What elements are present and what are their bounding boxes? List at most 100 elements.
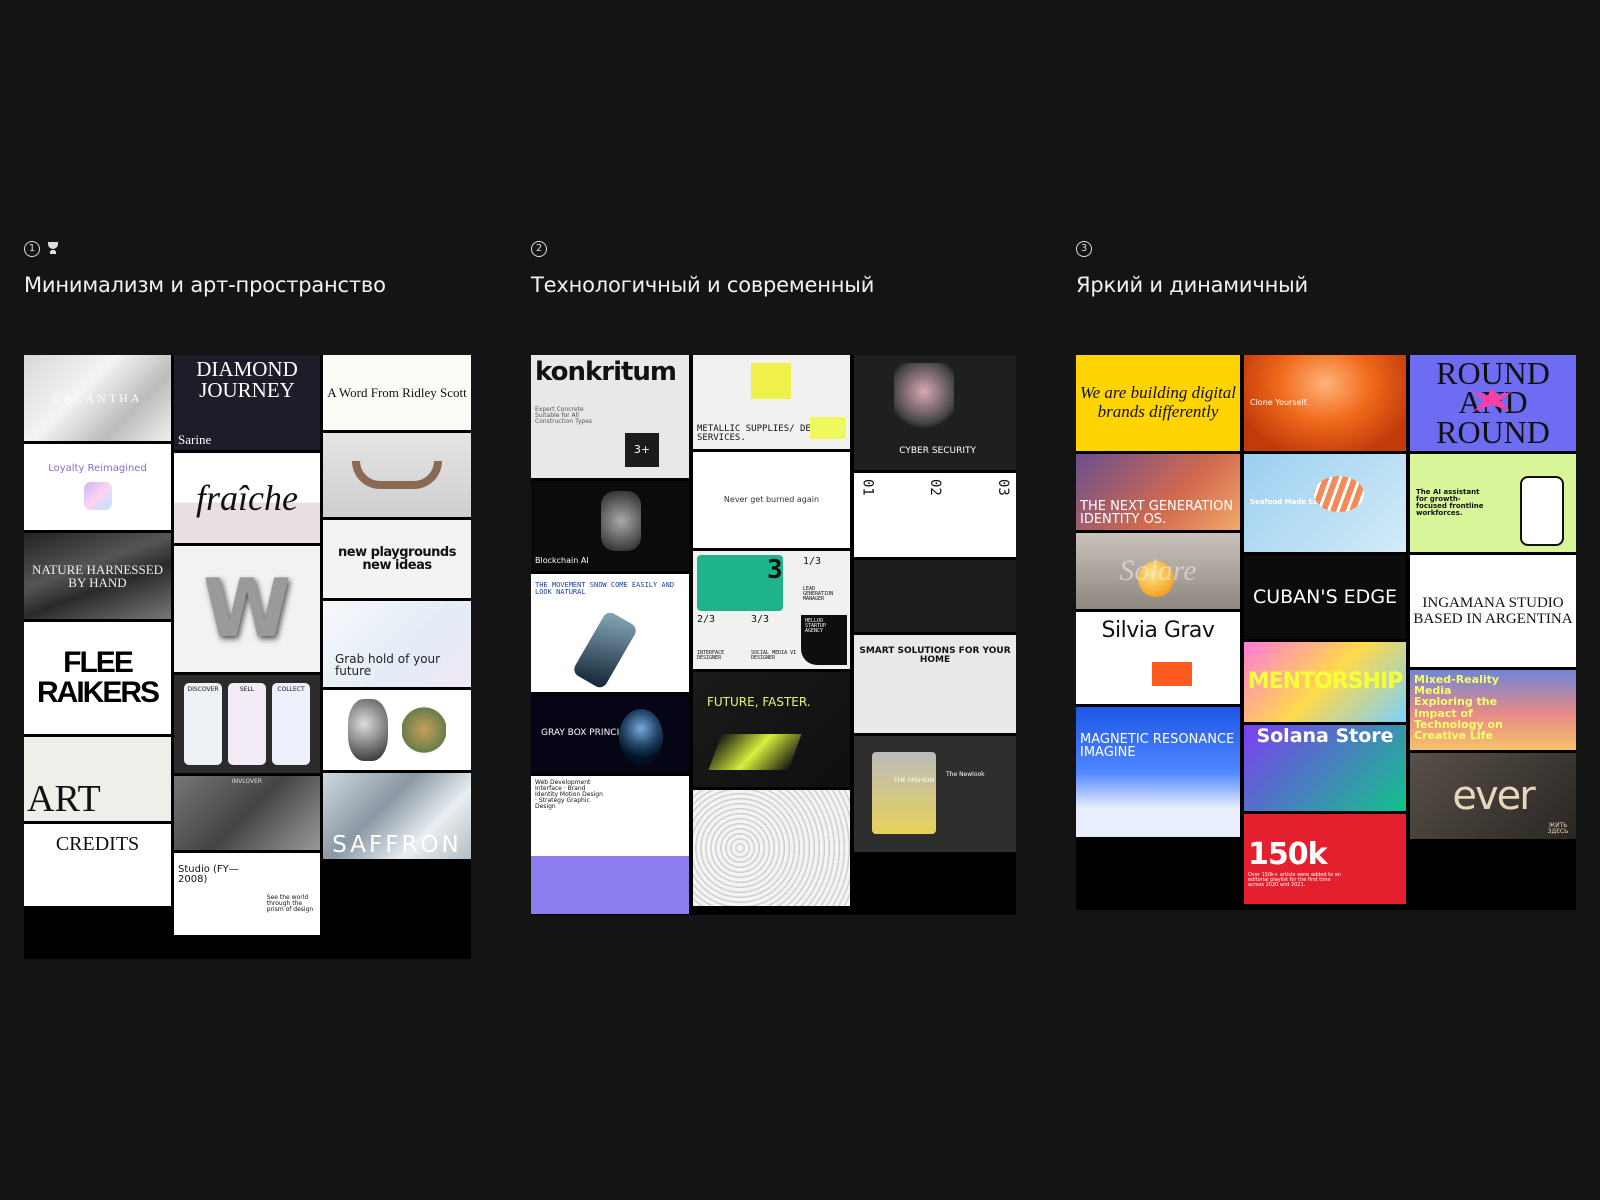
tile-text: FUTURE, FASTER. xyxy=(707,695,811,709)
tile-saffron[interactable]: SAFFRON xyxy=(323,773,471,859)
tile-text: 03 xyxy=(994,479,1011,496)
tile-cyber-security[interactable]: CYBER SECURITY xyxy=(854,355,1016,470)
tile-grab-future[interactable]: Grab hold of your future xyxy=(323,601,471,687)
tile-text: Silvia Grav xyxy=(1101,618,1215,643)
tile-wood-object[interactable] xyxy=(323,433,471,517)
tile-text: fraîche xyxy=(196,477,298,518)
tile-text: INGAMANA STUDIO BASED IN ARGENTINA xyxy=(1413,594,1573,628)
tile-nature[interactable]: NATURE HARNESSED BY HAND xyxy=(24,533,171,619)
tile-ever[interactable]: ever ЖИТЬ ЗДЕСЬ xyxy=(1410,753,1576,839)
tile-text: SAFFRON xyxy=(332,831,462,858)
tile-solare[interactable]: Solare xyxy=(1076,533,1240,609)
tile-text: A Word From Ridley Scott xyxy=(327,384,467,400)
tile-numbered-columns[interactable]: 01 02 03 xyxy=(854,473,1016,557)
tile-fraiche[interactable]: fraîche xyxy=(174,453,320,543)
tile-art[interactable]: ART xyxy=(24,737,171,821)
section-header-1: 1 Минимализм и арт-пространство xyxy=(24,240,386,299)
trophy-icon xyxy=(46,241,60,257)
tile-ai-assistant[interactable]: The AI assistant for growth-focused fron… xyxy=(1410,454,1576,552)
tile-ingamana[interactable]: INGAMANA STUDIO BASED IN ARGENTINA xyxy=(1410,555,1576,667)
tile-calantha[interactable]: CALANTHA xyxy=(24,355,171,441)
tile-text: THE NEXT GENERATION IDENTITY OS. xyxy=(1080,498,1234,527)
tile-text: W xyxy=(202,562,292,655)
tile-job-grid[interactable]: 3 1/3 2/3 3/3 LEAD GENERATION MANAGER IN… xyxy=(693,551,850,669)
tile-seafood[interactable]: Seafood Made Easily xyxy=(1244,454,1406,552)
tile-badge: 3+ xyxy=(625,433,659,467)
app-card-sell: SELL xyxy=(228,683,266,765)
tile-text: The AI assistant for growth-focused fron… xyxy=(1416,487,1484,518)
tile-150k[interactable]: 150k Over 150k+ artists were added to an … xyxy=(1244,814,1406,904)
tile-text: Loyalty Reimagined xyxy=(48,462,147,474)
tile-text: Never get burned again xyxy=(723,494,820,504)
tile-chrome-w[interactable]: W xyxy=(174,546,320,672)
tile-digital-brands[interactable]: We are building digital brands different… xyxy=(1076,355,1240,451)
section-title-2: Технологичный и современный xyxy=(531,273,875,297)
tile-text: Studio (FY—2008) xyxy=(178,864,239,886)
tile-text: Mixed-Reality Media Exploring the Impact… xyxy=(1414,673,1503,743)
tile-diamond-journey[interactable]: DIAMOND JOURNEY Sarine xyxy=(174,355,320,450)
tile-text: THE MOVEMENT SNOW COME EASILY AND LOOK N… xyxy=(535,581,675,597)
tile-services-list[interactable]: Web Development Interface · Brand Identi… xyxy=(531,776,689,914)
tile-text: The Newlook xyxy=(946,771,985,778)
tile-metallic-supplies[interactable]: METALLIC SUPPLIES/ DELIVERY SERVICES. xyxy=(693,355,850,449)
portrait-figure xyxy=(894,363,954,435)
tile-text: 150k xyxy=(1248,837,1328,872)
yellow-block xyxy=(751,363,791,399)
tile-text: SOCIAL MEDIA VI DESIGNER xyxy=(751,650,797,662)
head-figure xyxy=(619,709,663,765)
tile-text: MAGNETIC RESONANCE IMAGINE xyxy=(1080,732,1235,761)
tile-studio[interactable]: Studio (FY—2008) See the world through th… xyxy=(174,853,320,935)
tile-text: ART xyxy=(27,778,101,821)
tile-flee-raikers[interactable]: FLEE RAIKERS xyxy=(24,622,171,734)
tile-konkritum[interactable]: konkritum Expert Concrete Suitable for A… xyxy=(531,355,689,478)
tile-credits[interactable]: CREDITS xyxy=(24,824,171,906)
tile-subtext: Sarine xyxy=(178,431,212,447)
tile-round-and-round[interactable]: ROUND AND ROUND xyxy=(1410,355,1576,451)
moodboard-minimalism: CALANTHA Loyalty Reimagined NATURE HARNE… xyxy=(24,355,471,959)
tile-sculptures[interactable] xyxy=(323,690,471,770)
tile-movement-snow[interactable]: THE MOVEMENT SNOW COME EASILY AND LOOK N… xyxy=(531,574,689,692)
tile-ridley-scott[interactable]: A Word From Ridley Scott xyxy=(323,355,471,430)
app-card-discover: DISCOVER xyxy=(184,683,222,765)
tile-text: CYBER SECURITY xyxy=(899,445,976,456)
tile-topography[interactable] xyxy=(693,790,850,906)
tile-mri[interactable]: MAGNETIC RESONANCE IMAGINE xyxy=(1076,707,1240,837)
tile-app-cards[interactable]: DISCOVER SELL COLLECT xyxy=(174,675,320,773)
number-badge-2: 2 xyxy=(531,241,547,257)
tile-mixed-reality[interactable]: Mixed-Reality Media Exploring the Impact… xyxy=(1410,670,1576,750)
tile-silvia-grav[interactable]: Silvia Grav xyxy=(1076,612,1240,704)
tile-clone-yourself[interactable]: Clone Yourself. xyxy=(1244,355,1406,451)
section-header-3: 3 Яркий и динамичный xyxy=(1076,240,1308,299)
tile-text: 1/3 xyxy=(803,556,822,567)
tile-text: MENTORSHIP xyxy=(1247,668,1404,694)
tile-never-burned[interactable]: Never get burned again xyxy=(693,452,850,548)
tile-loyalty[interactable]: Loyalty Reimagined xyxy=(24,444,171,530)
tile-solana-store[interactable]: Solana Store xyxy=(1244,725,1406,811)
tile-gray-box[interactable]: GRAY BOX PRINCIPLE xyxy=(531,695,689,773)
yellow-tag xyxy=(810,417,846,439)
number-badge-3: 3 xyxy=(1076,241,1092,257)
tile-text: Solare xyxy=(1119,553,1197,587)
tile-text: LEAD GENERATION MANAGER xyxy=(803,586,834,603)
tile-text: 2/3 xyxy=(697,614,716,625)
tile-smart-solutions[interactable]: SMART SOLUTIONS FOR YOUR HOME xyxy=(854,635,1016,733)
salmon-shape xyxy=(1314,476,1364,512)
tile-text: ever xyxy=(1452,772,1535,819)
tile-identity-os[interactable]: THE NEXT GENERATION IDENTITY OS. xyxy=(1076,454,1240,530)
tile-fashion[interactable]: THE FASHION The Newlook xyxy=(854,736,1016,852)
tile-invlover[interactable]: INVLOVER xyxy=(174,776,320,850)
section-header-2: 2 Технологичный и современный xyxy=(531,240,874,299)
tile-text: konkritum xyxy=(535,357,677,387)
moodboard-tech: konkritum Expert Concrete Suitable for A… xyxy=(531,355,1016,915)
flower-illustration xyxy=(402,700,446,760)
tile-mentorship[interactable]: MENTORSHIP xyxy=(1244,642,1406,722)
tile-cubans-edge[interactable]: CUBAN'S EDGE xyxy=(1244,555,1406,639)
tile-text: We are building digital brands different… xyxy=(1080,383,1236,421)
tile-new-playgrounds[interactable]: new playgrounds new ideas xyxy=(323,520,471,598)
tile-text: CUBAN'S EDGE xyxy=(1252,585,1398,608)
tile-dark-grid[interactable] xyxy=(854,560,1016,632)
tile-future-faster[interactable]: FUTURE, FASTER. xyxy=(693,672,850,787)
moodboard-bright: We are building digital brands different… xyxy=(1076,355,1576,910)
tile-blockchain[interactable]: Blockchain AI xyxy=(531,481,689,571)
section-title-3: Яркий и динамичный xyxy=(1076,273,1308,297)
